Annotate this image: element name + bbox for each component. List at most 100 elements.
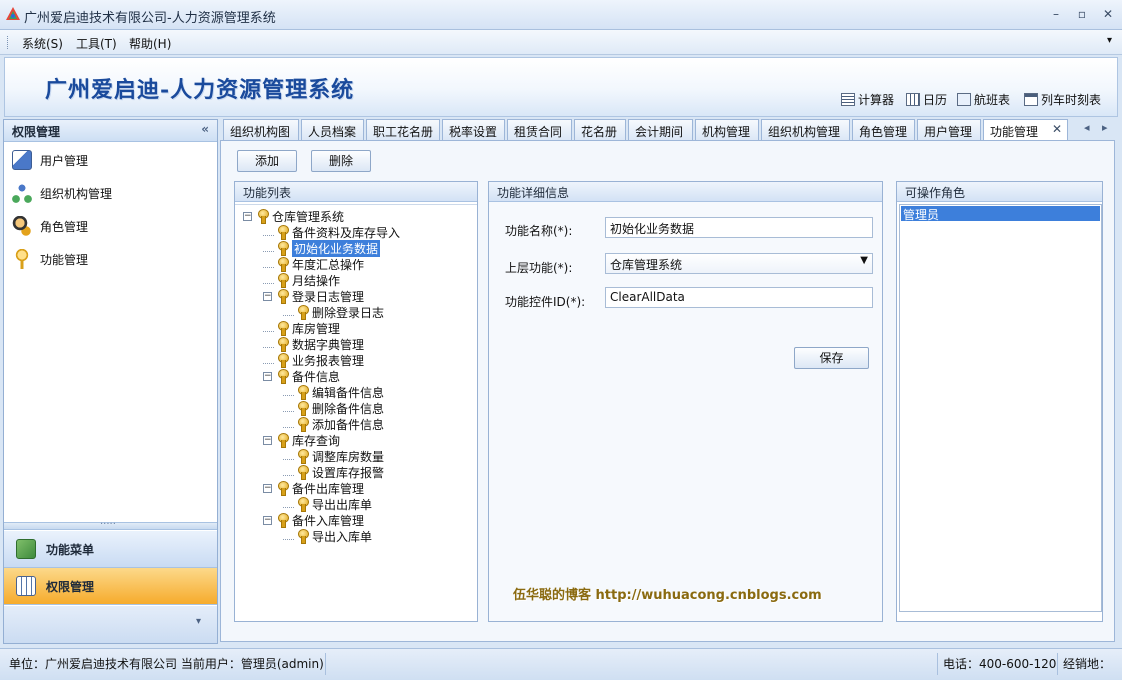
- role-item-admin[interactable]: 管理员: [901, 206, 1100, 222]
- train-button[interactable]: 列车时刻表: [1024, 91, 1101, 108]
- tab-agency-management[interactable]: 机构管理: [695, 119, 759, 141]
- tree-expander-icon[interactable]: −: [263, 435, 272, 445]
- function-management-page: 添加 删除 功能列表 − 仓库管理系统 备件资料及库存导入 初始化业务数据 年度汇总操作…: [220, 140, 1115, 642]
- status-dealer: 经销地：: [1063, 657, 1112, 671]
- menu-help[interactable]: 帮助(H): [129, 35, 171, 52]
- flight-button[interactable]: 航班表: [957, 91, 1010, 108]
- tree-node[interactable]: 导出入库单: [283, 528, 372, 544]
- tree-node[interactable]: − 仓库管理系统: [243, 208, 344, 224]
- tab-accounting-period[interactable]: 会计期间: [628, 119, 693, 141]
- train-label: 列车时刻表: [1041, 93, 1102, 107]
- control-id-input[interactable]: ClearAllData: [605, 287, 873, 308]
- tab-staff-roster[interactable]: 职工花名册: [366, 119, 440, 141]
- minimize-button[interactable]: –: [1045, 5, 1067, 23]
- tree-node[interactable]: − 库存查询: [263, 432, 340, 448]
- calendar-button[interactable]: 日历: [906, 91, 947, 108]
- key-icon: [277, 321, 289, 336]
- tree-expander-icon[interactable]: −: [263, 371, 272, 381]
- tree-node[interactable]: − 备件出库管理: [263, 480, 364, 496]
- tree-expander-icon[interactable]: −: [263, 515, 272, 525]
- tree-node[interactable]: 初始化业务数据: [263, 239, 381, 257]
- calculator-button[interactable]: 计算器: [841, 91, 894, 108]
- menu-overflow-icon[interactable]: ▾: [1107, 35, 1112, 46]
- tree-node[interactable]: 删除登录日志: [283, 304, 384, 320]
- left-pane-title: 权限管理: [12, 125, 61, 139]
- left-item-org-management[interactable]: 组织机构管理: [12, 180, 112, 206]
- tree-node[interactable]: 备件资料及库存导入: [263, 224, 400, 240]
- tab-tax-rate[interactable]: 税率设置: [442, 119, 505, 141]
- status-bar: 单位：广州爱启迪技术有限公司 当前用户：管理员(admin) 电话：400-60…: [0, 648, 1122, 680]
- tree-node-label: 业务报表管理: [292, 353, 365, 368]
- dropdown-arrow-icon: ▼: [860, 255, 868, 266]
- permission-grid-icon: [16, 576, 36, 596]
- tab-scroll-left-icon[interactable]: ◂: [1084, 121, 1090, 134]
- tree-node[interactable]: − 备件入库管理: [263, 512, 364, 528]
- tab-personnel-files[interactable]: 人员档案: [301, 119, 364, 141]
- tab-function-management[interactable]: 功能管理 ✕: [983, 119, 1068, 142]
- left-item-label: 角色管理: [40, 219, 89, 234]
- key-icon: [277, 369, 289, 384]
- tree-node[interactable]: 数据字典管理: [263, 336, 364, 352]
- tree-node[interactable]: 添加备件信息: [283, 416, 384, 432]
- splitter-grip: ·····: [100, 519, 116, 530]
- tree-expander-icon[interactable]: −: [263, 291, 272, 301]
- left-item-user-management[interactable]: 用户管理: [12, 147, 88, 173]
- tree-node[interactable]: − 备件信息: [263, 368, 340, 384]
- tab-roster[interactable]: 花名册: [574, 119, 626, 141]
- tree-expander-icon[interactable]: −: [243, 211, 252, 221]
- tree-node-label: 备件入库管理: [292, 513, 365, 528]
- tree-node[interactable]: 年度汇总操作: [263, 256, 364, 272]
- function-name-input[interactable]: 初始化业务数据: [605, 217, 873, 238]
- delete-button[interactable]: 删除: [311, 150, 371, 172]
- tab-org-chart[interactable]: 组织机构图: [223, 119, 299, 141]
- nav-permission-management[interactable]: 权限管理: [4, 568, 217, 605]
- tree-node[interactable]: 设置库存报警: [283, 464, 384, 480]
- tree-node[interactable]: 库房管理: [263, 320, 340, 336]
- key-icon: [277, 481, 289, 496]
- tree-node[interactable]: 编辑备件信息: [283, 384, 384, 400]
- key-icon: [277, 353, 289, 368]
- maximize-button[interactable]: ▫: [1071, 5, 1093, 23]
- close-tab-icon[interactable]: ✕: [1052, 122, 1062, 136]
- flight-label: 航班表: [974, 93, 1011, 107]
- tab-user-management[interactable]: 用户管理: [917, 119, 981, 141]
- tab-role-management[interactable]: 角色管理: [852, 119, 915, 141]
- add-button[interactable]: 添加: [237, 150, 297, 172]
- pane-splitter[interactable]: ·····: [4, 519, 217, 530]
- tab-scroll-right-icon[interactable]: ▸: [1102, 121, 1108, 134]
- key-icon: [12, 249, 32, 269]
- tree-node-label: 库存查询: [292, 433, 341, 448]
- document-tabs: 组织机构图 人员档案 职工花名册 税率设置 租赁合同 花名册 会计期间 机构管理…: [220, 119, 1118, 142]
- tree-node[interactable]: 删除备件信息: [283, 400, 384, 416]
- tree-expander-icon[interactable]: −: [263, 483, 272, 493]
- tree-node[interactable]: − 登录日志管理: [263, 288, 364, 304]
- title-bar: 广州爱启迪技术有限公司-人力资源管理系统 – ▫ ✕: [0, 0, 1122, 30]
- tab-org-management[interactable]: 组织机构管理: [761, 119, 850, 141]
- tree-node[interactable]: 调整库房数量: [283, 448, 384, 464]
- tree-connector: [263, 228, 274, 236]
- tree-node[interactable]: 月结操作: [263, 272, 340, 288]
- left-item-role-management[interactable]: 角色管理: [12, 213, 88, 239]
- collapse-pane-icon[interactable]: «: [201, 122, 209, 136]
- tab-lease-contract[interactable]: 租赁合同: [507, 119, 572, 141]
- tree-node-label: 仓库管理系统: [272, 209, 345, 224]
- tree-node-label: 调整库房数量: [312, 449, 385, 464]
- nav-more-icon[interactable]: ▾: [196, 616, 201, 627]
- nav-function-menu[interactable]: 功能菜单: [4, 531, 217, 568]
- tree-node[interactable]: 导出出库单: [283, 496, 372, 512]
- menu-bar: 系统(S) 工具(T) 帮助(H) ▾: [0, 30, 1122, 55]
- parent-function-select[interactable]: 仓库管理系统 ▼: [605, 253, 873, 274]
- status-phone: 电话：400-600-120: [943, 657, 1057, 671]
- operable-roles-panel: 可操作角色 管理员: [896, 181, 1103, 622]
- function-detail-panel: 功能详细信息 功能名称(*): 初始化业务数据 上层功能(*): 仓库管理系统 …: [488, 181, 883, 622]
- menu-system[interactable]: 系统(S): [22, 35, 63, 52]
- status-divider: [937, 653, 938, 675]
- close-window-button[interactable]: ✕: [1097, 5, 1119, 23]
- left-item-function-management[interactable]: 功能管理: [12, 246, 88, 272]
- menu-tools[interactable]: 工具(T): [76, 35, 117, 52]
- save-button[interactable]: 保存: [794, 347, 869, 369]
- tree-connector: [263, 324, 274, 332]
- nav-label: 功能菜单: [46, 542, 95, 557]
- nav-overflow-bar: ▾: [4, 606, 217, 643]
- tree-node[interactable]: 业务报表管理: [263, 352, 364, 368]
